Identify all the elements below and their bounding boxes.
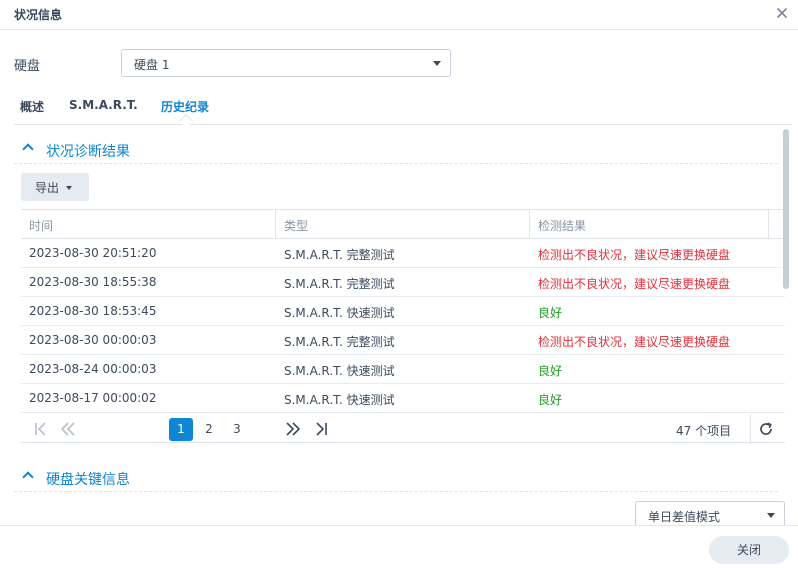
scrollbar[interactable] <box>783 129 789 289</box>
cell-time: 2023-08-30 00:00:03 <box>29 333 157 347</box>
tab-overview[interactable]: 概述 <box>20 98 44 115</box>
cell-time: 2023-08-30 18:53:45 <box>29 304 157 318</box>
cell-type: S.M.A.R.T. 快速测试 <box>284 393 395 407</box>
tab-active-indicator <box>178 113 194 129</box>
tab-bar: 概述 S.M.A.R.T. 历史纪录 <box>14 96 792 129</box>
cell-type: S.M.A.R.T. 完整测试 <box>284 277 395 291</box>
export-button-label: 导出 <box>35 181 60 195</box>
cell-result: 检测出不良状况，建议尽速更换硬盘 <box>538 335 731 349</box>
page-3-button[interactable]: 3 <box>225 418 249 441</box>
diagnosis-section-header[interactable]: 状况诊断结果 <box>14 136 778 164</box>
cell-time: 2023-08-17 00:00:02 <box>29 391 157 405</box>
first-page-icon[interactable] <box>33 421 49 437</box>
table-row[interactable]: 2023-08-17 00:00:02 S.M.A.R.T. 快速测试 良好 <box>21 384 785 413</box>
mode-select-value: 单日差值模式 <box>648 510 721 524</box>
chevron-up-icon <box>22 471 34 483</box>
pager-divider <box>750 414 751 444</box>
tab-smart[interactable]: S.M.A.R.T. <box>69 98 138 112</box>
cell-result: 良好 <box>538 393 563 407</box>
next-page-icon[interactable] <box>285 421 301 437</box>
column-header-result[interactable]: 检测结果 <box>530 210 769 239</box>
chevron-up-icon <box>22 143 34 155</box>
cell-result: 良好 <box>538 364 563 378</box>
window-titlebar: 状况信息 <box>0 0 798 30</box>
cell-type: S.M.A.R.T. 完整测试 <box>284 335 395 349</box>
chevron-down-icon <box>767 513 775 518</box>
last-page-icon[interactable] <box>313 421 329 437</box>
prev-page-icon[interactable] <box>60 421 76 437</box>
disk-select-value: 硬盘 1 <box>134 58 170 72</box>
diagnosis-section-title: 状况诊断结果 <box>46 144 130 160</box>
table-row[interactable]: 2023-08-24 00:00:03 S.M.A.R.T. 快速测试 良好 <box>21 355 785 384</box>
key-info-section-header[interactable]: 硬盘关键信息 <box>14 464 778 492</box>
chevron-down-icon <box>433 61 441 66</box>
tab-history[interactable]: 历史纪录 <box>161 98 209 115</box>
cell-time: 2023-08-30 20:51:20 <box>29 246 157 260</box>
caret-down-icon <box>66 186 72 190</box>
cell-type: S.M.A.R.T. 快速测试 <box>284 364 395 378</box>
cell-result: 良好 <box>538 306 563 320</box>
cell-time: 2023-08-30 18:55:38 <box>29 275 157 289</box>
table-row[interactable]: 2023-08-30 00:00:03 S.M.A.R.T. 完整测试 检测出不… <box>21 326 785 355</box>
disk-label: 硬盘 <box>14 59 41 74</box>
table-header: 时间 类型 检测结果 <box>21 210 785 239</box>
close-button[interactable]: 关闭 <box>709 536 789 564</box>
column-header-time[interactable]: 时间 <box>21 210 276 239</box>
page-1-button[interactable]: 1 <box>169 418 193 441</box>
refresh-icon[interactable] <box>758 421 774 437</box>
dialog-footer: 关闭 <box>0 525 798 568</box>
window-title: 状况信息 <box>14 8 63 22</box>
cell-type: S.M.A.R.T. 快速测试 <box>284 306 395 320</box>
mode-select[interactable]: 单日差值模式 <box>635 501 785 527</box>
export-button[interactable]: 导出 <box>21 173 89 201</box>
page-2-button[interactable]: 2 <box>197 418 221 441</box>
disk-select[interactable]: 硬盘 1 <box>121 49 451 77</box>
history-table: 时间 类型 检测结果 2023-08-30 20:51:20 S.M.A.R.T… <box>21 209 785 444</box>
pagination-bar: 1 2 3 47 个项目 <box>21 414 785 444</box>
item-count: 47 个项目 <box>676 424 732 438</box>
cell-result: 检测出不良状况，建议尽速更换硬盘 <box>538 277 731 291</box>
column-header-type[interactable]: 类型 <box>276 210 530 239</box>
cell-time: 2023-08-24 00:00:03 <box>29 362 157 376</box>
table-row[interactable]: 2023-08-30 18:53:45 S.M.A.R.T. 快速测试 良好 <box>21 297 785 326</box>
close-icon[interactable] <box>774 5 790 21</box>
key-info-section-title: 硬盘关键信息 <box>46 472 130 488</box>
table-row[interactable]: 2023-08-30 20:51:20 S.M.A.R.T. 完整测试 检测出不… <box>21 239 785 268</box>
table-row[interactable]: 2023-08-30 18:55:38 S.M.A.R.T. 完整测试 检测出不… <box>21 268 785 297</box>
cell-type: S.M.A.R.T. 完整测试 <box>284 248 395 262</box>
cell-result: 检测出不良状况，建议尽速更换硬盘 <box>538 248 731 262</box>
